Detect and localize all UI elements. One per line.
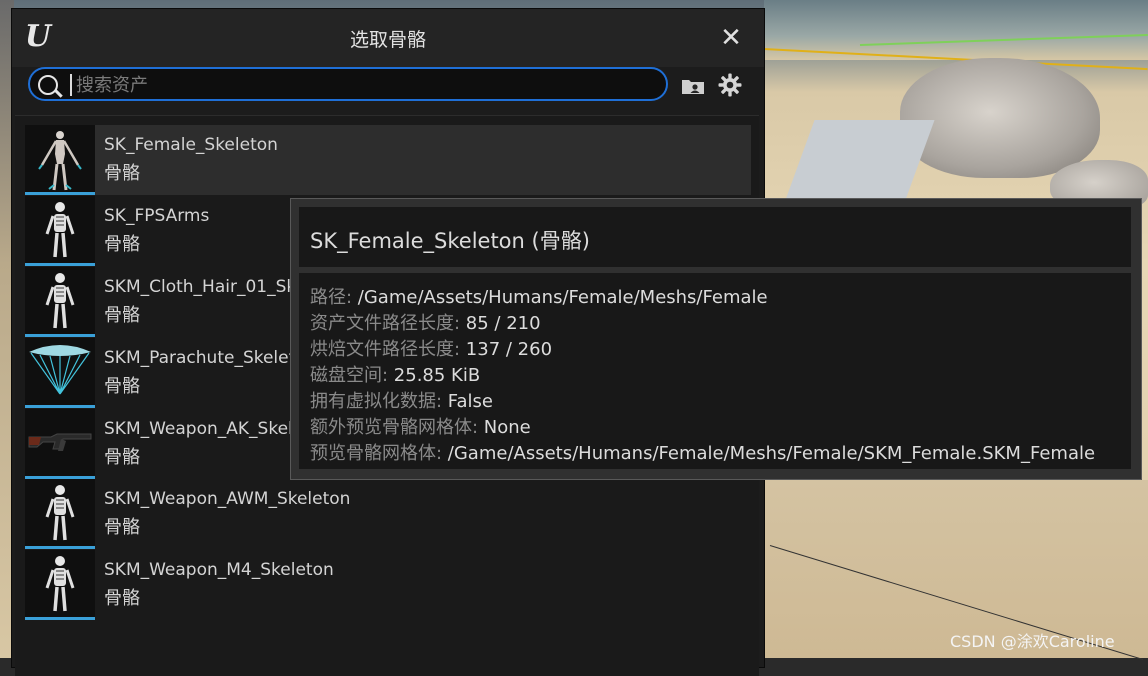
tooltip-title: SK_Female_Skeleton (骨骼) bbox=[310, 229, 590, 253]
tooltip-row: 拥有虚拟化数据: False bbox=[310, 387, 493, 413]
watermark-text: CSDN @涂欢Caroline bbox=[950, 632, 1115, 651]
dialog-title: 选取骨骼 bbox=[349, 29, 426, 51]
asset-type: 骨骼 bbox=[104, 234, 140, 255]
search-input[interactable] bbox=[74, 70, 658, 100]
tooltip-key: 拥有虚拟化数据: bbox=[310, 391, 448, 412]
tooltip-key: 烘焙文件路径长度: bbox=[310, 339, 466, 360]
asset-name: SKM_Cloth_Hair_01_Sk bbox=[104, 277, 297, 297]
female-skeleton-thumbnail bbox=[25, 125, 95, 195]
tooltip-row: 额外预览骨骼网格体: None bbox=[310, 413, 531, 439]
gear-icon[interactable] bbox=[718, 73, 742, 97]
tooltip-header: SK_Female_Skeleton (骨骼) bbox=[299, 207, 1131, 267]
text-caret bbox=[70, 74, 72, 96]
skeleton-thumbnail bbox=[25, 550, 95, 620]
tooltip-value: /Game/Assets/Humans/Female/Meshs/Female/… bbox=[447, 443, 1096, 464]
tooltip-key: 预览骨骼网格体: bbox=[310, 443, 448, 464]
asset-name: SK_FPSArms bbox=[104, 206, 210, 226]
search-icon bbox=[38, 75, 58, 95]
asset-name: SKM_Parachute_Skelet bbox=[104, 348, 296, 368]
asset-type: 骨骼 bbox=[104, 447, 140, 468]
tooltip-key: 路径: bbox=[310, 287, 358, 308]
folder-icon[interactable] bbox=[681, 77, 705, 95]
asset-tooltip: SK_Female_Skeleton (骨骼) 路径: /Game/Assets… bbox=[290, 198, 1142, 480]
rock bbox=[900, 58, 1100, 178]
list-item[interactable]: SKM_Weapon_M4_Skeleton 骨骼 bbox=[25, 550, 751, 620]
crate bbox=[785, 120, 935, 200]
asset-type: 骨骼 bbox=[104, 376, 140, 397]
list-item[interactable]: SKM_Weapon_AWM_Skeleton 骨骼 bbox=[25, 479, 751, 549]
asset-name: SKM_Weapon_AK_Skele bbox=[104, 419, 304, 439]
tooltip-row: 烘焙文件路径长度: 137 / 260 bbox=[310, 335, 552, 361]
asset-type: 骨骼 bbox=[104, 517, 140, 538]
asset-type: 骨骼 bbox=[104, 588, 140, 609]
search-box[interactable] bbox=[28, 67, 668, 101]
asset-name: SK_Female_Skeleton bbox=[104, 135, 278, 155]
parachute-thumbnail bbox=[25, 338, 95, 408]
tooltip-value: /Game/Assets/Humans/Female/Meshs/Female bbox=[357, 287, 768, 308]
close-icon[interactable]: ✕ bbox=[718, 25, 744, 51]
tooltip-key: 磁盘空间: bbox=[310, 365, 394, 386]
rifle-thumbnail bbox=[25, 409, 95, 479]
tooltip-value: None bbox=[483, 417, 531, 438]
tooltip-row: 资产文件路径长度: 85 / 210 bbox=[310, 309, 541, 335]
tooltip-value: 25.85 KiB bbox=[393, 365, 481, 386]
tooltip-value: False bbox=[447, 391, 493, 412]
skeleton-thumbnail bbox=[25, 196, 95, 266]
tooltip-body: 路径: /Game/Assets/Humans/Female/Meshs/Fem… bbox=[299, 273, 1131, 469]
skeleton-thumbnail bbox=[25, 267, 95, 337]
tooltip-row: 磁盘空间: 25.85 KiB bbox=[310, 361, 480, 387]
asset-type: 骨骼 bbox=[104, 163, 140, 184]
list-item[interactable]: SK_Female_Skeleton 骨骼 bbox=[25, 125, 751, 195]
tooltip-key: 资产文件路径长度: bbox=[310, 313, 466, 334]
asset-name: SKM_Weapon_M4_Skeleton bbox=[104, 560, 334, 580]
tooltip-value: 137 / 260 bbox=[465, 339, 553, 360]
asset-name: SKM_Weapon_AWM_Skeleton bbox=[104, 489, 351, 509]
tooltip-value: 85 / 210 bbox=[465, 313, 541, 334]
tooltip-row: 路径: /Game/Assets/Humans/Female/Meshs/Fem… bbox=[310, 283, 768, 309]
dialog-titlebar[interactable]: U 选取骨骼 ✕ bbox=[12, 9, 764, 67]
tooltip-key: 额外预览骨骼网格体: bbox=[310, 417, 484, 438]
tooltip-row: 预览骨骼网格体: /Game/Assets/Humans/Female/Mesh… bbox=[310, 439, 1095, 465]
asset-type: 骨骼 bbox=[104, 305, 140, 326]
skeleton-thumbnail bbox=[25, 479, 95, 549]
